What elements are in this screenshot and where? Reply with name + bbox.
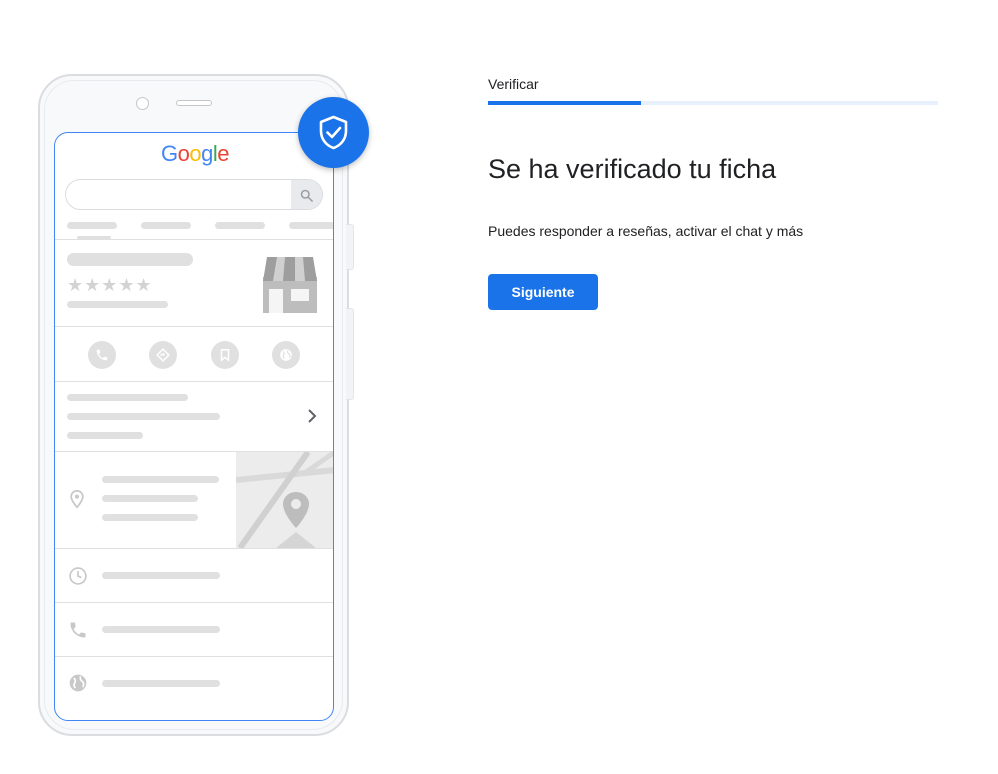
tab-placeholder (67, 222, 117, 229)
progress-bar (488, 101, 938, 105)
search-bar-illustration (65, 179, 323, 210)
progress-bar-fill (488, 101, 641, 105)
address-line-placeholder (102, 495, 198, 502)
globe-icon (272, 341, 300, 369)
business-name-placeholder (67, 253, 193, 266)
phone-speaker (176, 100, 212, 106)
phone-icon (70, 622, 86, 638)
shield-check-icon (319, 115, 348, 150)
logo-letter: o (177, 141, 190, 166)
detail-line-placeholder (67, 432, 143, 439)
next-button[interactable]: Siguiente (488, 274, 598, 310)
logo-letter: e (217, 141, 229, 166)
page-title: Se ha verificado tu ficha (488, 154, 777, 184)
divider (55, 548, 333, 549)
logo-letter: o (189, 141, 202, 166)
detail-line-placeholder (67, 413, 220, 420)
phone-side-button (346, 224, 354, 270)
logo-letter: G (160, 141, 178, 166)
phone-screen: Google ★★★★★ (54, 132, 334, 721)
logo-letter: g (201, 141, 213, 166)
globe-icon (69, 674, 87, 692)
search-icon (291, 180, 322, 209)
phone-side-button (346, 308, 354, 400)
hours-line-placeholder (102, 572, 220, 579)
location-pin-icon (70, 489, 84, 509)
detail-line-placeholder (67, 394, 188, 401)
phone-line-placeholder (102, 626, 220, 633)
google-logo: Google (55, 141, 333, 167)
step-label: Verificar (488, 76, 539, 92)
phone-icon (88, 341, 116, 369)
tab-placeholder (215, 222, 265, 229)
storefront-icon (263, 257, 317, 313)
category-placeholder (67, 301, 168, 308)
divider (55, 381, 333, 382)
rating-stars: ★★★★★ (67, 275, 153, 295)
divider (55, 656, 333, 657)
verified-badge (298, 97, 369, 168)
tab-placeholder (141, 222, 191, 229)
map-pin-icon (236, 452, 333, 548)
phone-camera (136, 97, 149, 110)
address-line-placeholder (102, 476, 219, 483)
divider (55, 239, 333, 240)
map-thumbnail (236, 452, 333, 548)
tab-placeholder (289, 222, 333, 229)
bookmark-icon (211, 341, 239, 369)
website-line-placeholder (102, 680, 220, 687)
page-subtitle: Puedes responder a reseñas, activar el c… (488, 223, 804, 239)
chevron-right-icon (308, 409, 317, 423)
clock-icon (69, 567, 87, 585)
address-line-placeholder (102, 514, 198, 521)
directions-icon (149, 341, 177, 369)
divider (55, 326, 333, 327)
divider (55, 602, 333, 603)
